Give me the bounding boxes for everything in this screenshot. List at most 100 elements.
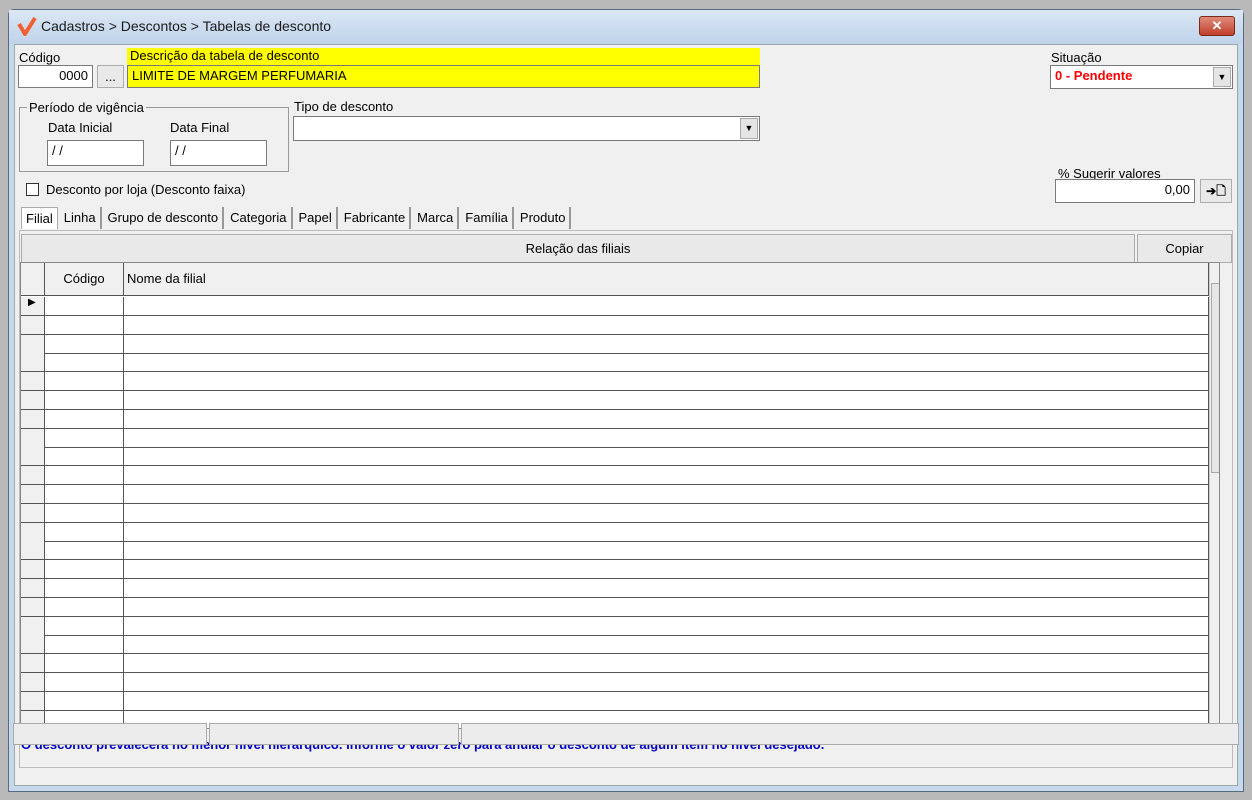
table-row[interactable]: ▶ xyxy=(21,297,1209,316)
cell-codigo[interactable] xyxy=(45,297,124,315)
table-row[interactable] xyxy=(21,673,1209,692)
table-row[interactable] xyxy=(21,409,1209,429)
desconto-loja-checkbox[interactable] xyxy=(26,183,39,196)
tab-categoria[interactable]: Categoria xyxy=(226,207,293,229)
cell-codigo[interactable] xyxy=(45,334,124,353)
table-row[interactable] xyxy=(21,353,1209,373)
apply-suggest-button[interactable]: ➔🗋 xyxy=(1200,179,1232,203)
table-row[interactable] xyxy=(21,560,1209,580)
cell-nome[interactable] xyxy=(124,466,1209,485)
tab-filial[interactable]: Filial xyxy=(21,207,58,229)
tipo-label: Tipo de desconto xyxy=(294,99,394,114)
table-row[interactable] xyxy=(21,691,1209,711)
sugerir-input[interactable]: 0,00 xyxy=(1055,179,1195,203)
cell-nome[interactable] xyxy=(124,391,1209,409)
tab-produto[interactable]: Produto xyxy=(516,207,572,229)
table-row[interactable] xyxy=(21,635,1209,655)
cell-nome[interactable] xyxy=(124,691,1209,710)
cell-nome[interactable] xyxy=(124,334,1209,353)
situacao-select[interactable]: 0 - Pendente ▼ xyxy=(1050,65,1233,89)
cell-codigo[interactable] xyxy=(45,691,124,710)
cell-codigo[interactable] xyxy=(45,485,124,503)
scrollbar-thumb[interactable] xyxy=(1211,283,1219,473)
cell-codigo[interactable] xyxy=(45,391,124,409)
chevron-down-icon[interactable]: ▼ xyxy=(740,118,758,139)
cell-nome[interactable] xyxy=(124,485,1209,503)
table-row[interactable] xyxy=(21,466,1209,486)
tab-fabricante[interactable]: Fabricante xyxy=(340,207,412,229)
cell-codigo[interactable] xyxy=(45,560,124,579)
column-header-codigo[interactable]: Código xyxy=(45,263,124,295)
cell-nome[interactable] xyxy=(124,353,1209,372)
table-row[interactable] xyxy=(21,541,1209,561)
cell-codigo[interactable] xyxy=(45,616,124,635)
cell-nome[interactable] xyxy=(124,297,1209,315)
cell-nome[interactable] xyxy=(124,447,1209,466)
cell-codigo[interactable] xyxy=(45,409,124,428)
cell-nome[interactable] xyxy=(124,654,1209,673)
cell-nome[interactable] xyxy=(124,503,1209,522)
row-indicator xyxy=(21,315,45,334)
cell-codigo[interactable] xyxy=(45,315,124,334)
cell-nome[interactable] xyxy=(124,635,1209,654)
filiais-grid[interactable]: Código Nome da filial ▶ xyxy=(20,262,1220,729)
tab-marca[interactable]: Marca xyxy=(413,207,460,229)
codigo-input[interactable]: 0000 xyxy=(18,65,93,88)
tipo-select[interactable]: ▼ xyxy=(293,116,760,141)
cell-codigo[interactable] xyxy=(45,673,124,691)
table-row[interactable] xyxy=(21,334,1209,354)
table-row[interactable] xyxy=(21,315,1209,335)
cell-nome[interactable] xyxy=(124,372,1209,391)
tab-linha[interactable]: Linha xyxy=(60,207,102,229)
cell-codigo[interactable] xyxy=(45,522,124,541)
table-row[interactable] xyxy=(21,485,1209,504)
cell-nome[interactable] xyxy=(124,560,1209,579)
vertical-scrollbar[interactable] xyxy=(1209,263,1219,728)
cell-nome[interactable] xyxy=(124,616,1209,635)
row-indicator xyxy=(21,541,45,560)
table-row[interactable] xyxy=(21,597,1209,617)
cell-nome[interactable] xyxy=(124,541,1209,560)
cell-nome[interactable] xyxy=(124,597,1209,616)
table-row[interactable] xyxy=(21,616,1209,636)
cell-codigo[interactable] xyxy=(45,503,124,522)
cell-codigo[interactable] xyxy=(45,541,124,560)
close-button[interactable]: ✕ xyxy=(1199,16,1235,36)
breadcrumb: Cadastros > Descontos > Tabelas de desco… xyxy=(41,18,332,34)
cell-codigo[interactable] xyxy=(45,428,124,447)
table-row[interactable] xyxy=(21,579,1209,598)
cell-nome[interactable] xyxy=(124,409,1209,428)
table-row[interactable] xyxy=(21,391,1209,410)
cell-codigo[interactable] xyxy=(45,579,124,597)
row-indicator xyxy=(21,691,45,710)
cell-nome[interactable] xyxy=(124,428,1209,447)
cell-nome[interactable] xyxy=(124,673,1209,691)
cell-codigo[interactable] xyxy=(45,447,124,466)
lookup-button[interactable]: ... xyxy=(97,65,124,88)
cell-codigo[interactable] xyxy=(45,353,124,372)
table-row[interactable] xyxy=(21,447,1209,467)
table-row[interactable] xyxy=(21,654,1209,674)
cell-nome[interactable] xyxy=(124,522,1209,541)
tab-grupo-de-desconto[interactable]: Grupo de desconto xyxy=(104,207,225,229)
tab-família[interactable]: Família xyxy=(461,207,514,229)
table-row[interactable] xyxy=(21,522,1209,542)
cell-codigo[interactable] xyxy=(45,466,124,485)
cell-codigo[interactable] xyxy=(45,635,124,654)
cell-nome[interactable] xyxy=(124,315,1209,334)
data-final-input[interactable]: / / xyxy=(170,140,267,166)
copy-button[interactable]: Copiar xyxy=(1137,234,1232,263)
table-row[interactable] xyxy=(21,372,1209,392)
chevron-down-icon[interactable]: ▼ xyxy=(1213,67,1231,87)
data-inicial-input[interactable]: / / xyxy=(47,140,144,166)
table-row[interactable] xyxy=(21,503,1209,523)
tab-bar: Filial Linha Grupo de desconto Categoria Pap… xyxy=(21,207,573,229)
table-row[interactable] xyxy=(21,428,1209,448)
cell-codigo[interactable] xyxy=(45,597,124,616)
descricao-input[interactable]: LIMITE DE MARGEM PERFUMARIA xyxy=(127,65,760,88)
tab-papel[interactable]: Papel xyxy=(295,207,338,229)
cell-nome[interactable] xyxy=(124,579,1209,597)
column-header-nome[interactable]: Nome da filial xyxy=(124,263,1209,295)
cell-codigo[interactable] xyxy=(45,372,124,391)
cell-codigo[interactable] xyxy=(45,654,124,673)
